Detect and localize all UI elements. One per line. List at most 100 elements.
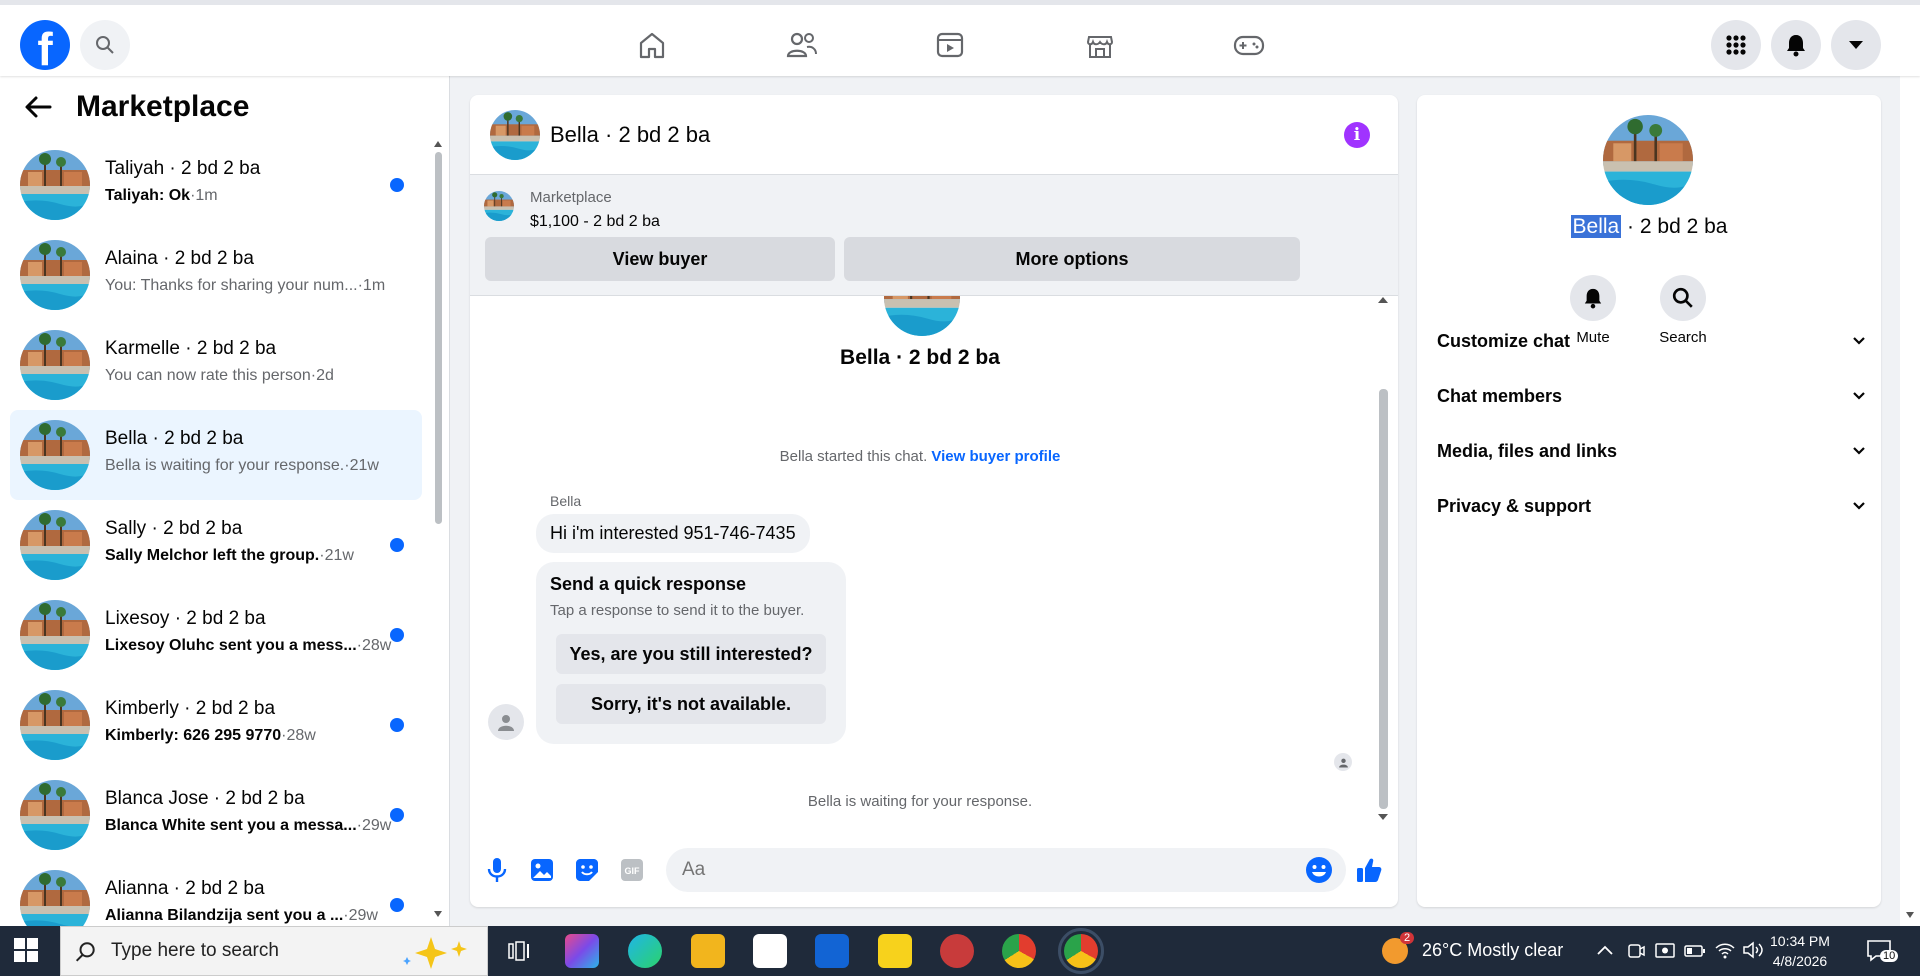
gif-button[interactable]: GIF <box>617 855 647 885</box>
person-icon <box>1338 758 1348 767</box>
conversation-name: Alianna · 2 bd 2 ba <box>105 878 265 899</box>
conversation-item[interactable]: Blanca Jose · 2 bd 2 ba Blanca White sent… <box>10 770 422 860</box>
chrome-icon[interactable] <box>1002 934 1036 968</box>
conversation-preview: You: Thanks for sharing your num...·1m <box>105 277 385 295</box>
thread-avatar <box>884 296 960 336</box>
search-button[interactable] <box>80 20 130 70</box>
sticky-notes-icon[interactable] <box>878 934 912 968</box>
file-explorer-icon[interactable] <box>691 934 725 968</box>
conversation-thumbnail <box>20 600 90 670</box>
account-button[interactable] <box>1831 20 1881 70</box>
conversation-thumbnail <box>20 420 90 490</box>
info-icon[interactable]: i <box>1344 122 1370 148</box>
scroll-down-icon[interactable] <box>433 910 443 918</box>
page-scrollbar[interactable] <box>1900 76 1920 926</box>
copilot-icon[interactable] <box>565 934 599 968</box>
menu-grid-icon <box>1726 35 1746 55</box>
attach-photo-button[interactable] <box>527 855 557 885</box>
conversation-name: Kimberly · 2 bd 2 ba <box>105 698 276 719</box>
task-view-icon[interactable] <box>508 940 530 962</box>
message-input[interactable] <box>666 848 1346 892</box>
view-buyer-profile-link[interactable]: View buyer profile <box>931 448 1060 465</box>
conversation-preview: You can now rate this person·2d <box>105 367 334 385</box>
message-composer: GIF <box>470 835 1398 907</box>
microsoft-store-icon[interactable] <box>753 934 787 968</box>
listing-thumbnail[interactable] <box>484 191 514 221</box>
view-buyer-button[interactable]: View buyer <box>485 237 835 281</box>
system-clock[interactable]: 10:34 PM 4/8/2026 <box>1770 931 1830 971</box>
menu-button[interactable] <box>1711 20 1761 70</box>
windows-start-icon[interactable] <box>14 938 38 962</box>
sidebar-scrollbar[interactable] <box>433 140 443 920</box>
message-bubble[interactable]: Hi i'm interested 951-746-7435 <box>536 514 810 553</box>
chevron-down-icon <box>1853 337 1865 345</box>
sidebar-header: Marketplace <box>24 90 249 124</box>
conversation-item[interactable]: Karmelle · 2 bd 2 ba You can now rate thi… <box>10 320 422 410</box>
back-arrow-icon[interactable] <box>24 95 52 119</box>
like-button[interactable] <box>1354 855 1384 885</box>
wifi-icon[interactable] <box>1714 940 1736 960</box>
screen-share-tray-icon[interactable] <box>1654 941 1676 961</box>
chat-scrollbar[interactable] <box>1376 296 1390 821</box>
watch-nav-button[interactable] <box>928 23 972 67</box>
chevron-up-icon[interactable] <box>1596 944 1614 956</box>
scroll-down-icon[interactable] <box>1376 813 1390 821</box>
marketplace-nav-button[interactable] <box>1078 23 1122 67</box>
search-icon <box>1672 287 1693 308</box>
conversation-name: Taliyah · 2 bd 2 ba <box>105 158 261 179</box>
gaming-nav-button[interactable] <box>1227 23 1271 67</box>
voice-clip-button[interactable] <box>482 855 512 885</box>
conversation-item[interactable]: Alaina · 2 bd 2 ba You: Thanks for sharin… <box>10 230 422 320</box>
watch-icon <box>936 32 964 58</box>
chevron-down-icon <box>1853 502 1865 510</box>
quick-response-still-interested[interactable]: Yes, are you still interested? <box>556 634 826 674</box>
message-thread: Bella · 2 bd 2 ba Bella started this cha… <box>470 296 1398 816</box>
home-icon <box>639 32 665 59</box>
quick-response-not-available[interactable]: Sorry, it's not available. <box>556 684 826 724</box>
notifications-button[interactable] <box>1771 20 1821 70</box>
chat-header-avatar[interactable] <box>490 110 540 160</box>
conversation-item[interactable]: Alianna · 2 bd 2 ba Alianna Bilandzija se… <box>10 860 422 940</box>
conversation-item[interactable]: Bella · 2 bd 2 ba Bella is waiting for yo… <box>10 410 422 500</box>
facebook-logo[interactable]: f <box>20 20 70 70</box>
camera-tray-icon[interactable] <box>1626 941 1646 961</box>
more-options-button[interactable]: More options <box>844 237 1300 281</box>
details-name: Bella · 2 bd 2 ba <box>1417 215 1881 239</box>
taskbar-search-box[interactable]: Type here to search <box>60 926 488 976</box>
chat-header-name[interactable]: Bella · 2 bd 2 ba <box>550 122 710 148</box>
marketplace-label: Marketplace <box>530 189 612 206</box>
chat-scroll-thumb[interactable] <box>1379 389 1388 809</box>
conversation-item[interactable]: Kimberly · 2 bd 2 ba Kimberly: 626 295 97… <box>10 680 422 770</box>
emoji-icon[interactable] <box>1305 856 1333 884</box>
conversation-item[interactable]: Sally · 2 bd 2 ba Sally Melchor left the … <box>10 500 422 590</box>
scroll-up-icon[interactable] <box>433 140 443 148</box>
buyer-avatar[interactable] <box>488 704 524 740</box>
home-nav-button[interactable] <box>630 23 674 67</box>
chrome-active-icon[interactable] <box>1058 928 1104 974</box>
weather-text[interactable]: 26°C Mostly clear <box>1422 940 1563 961</box>
outlook-icon[interactable] <box>815 934 849 968</box>
conversation-preview-text: Sally Melchor left the group. <box>105 547 320 564</box>
battery-icon[interactable] <box>1684 943 1706 959</box>
quick-response-card: Send a quick response Tap a response to … <box>536 562 846 744</box>
details-avatar[interactable] <box>1603 115 1693 205</box>
details-name-highlighted: Bella <box>1570 215 1622 238</box>
details-section-row[interactable]: Chat members <box>1437 376 1865 416</box>
top-nav-bar: f <box>0 0 1920 76</box>
chat-window: Bella · 2 bd 2 ba i Marketplace $1,100 -… <box>470 95 1398 907</box>
sidebar-scroll-thumb[interactable] <box>435 152 442 524</box>
volume-icon[interactable] <box>1742 940 1764 960</box>
listing-price[interactable]: $1,100 - 2 bd 2 ba <box>530 213 660 231</box>
edge-browser-icon[interactable] <box>628 934 662 968</box>
details-section-row[interactable]: Media, files and links <box>1437 431 1865 471</box>
marketplace-listing-bar: Marketplace $1,100 - 2 bd 2 ba View buye… <box>470 175 1398 296</box>
app-icon[interactable] <box>940 934 974 968</box>
conversation-item[interactable]: Lixesoy · 2 bd 2 ba Lixesoy Oluhc sent yo… <box>10 590 422 680</box>
scroll-up-icon[interactable] <box>1376 296 1390 304</box>
scroll-down-icon[interactable] <box>1905 911 1915 919</box>
friends-nav-button[interactable] <box>780 23 824 67</box>
details-section-row[interactable]: Customize chat <box>1437 321 1865 361</box>
details-section-row[interactable]: Privacy & support <box>1437 486 1865 526</box>
conversation-item[interactable]: Taliyah · 2 bd 2 ba Taliyah: Ok·1m <box>10 140 422 230</box>
sticker-button[interactable] <box>572 855 602 885</box>
